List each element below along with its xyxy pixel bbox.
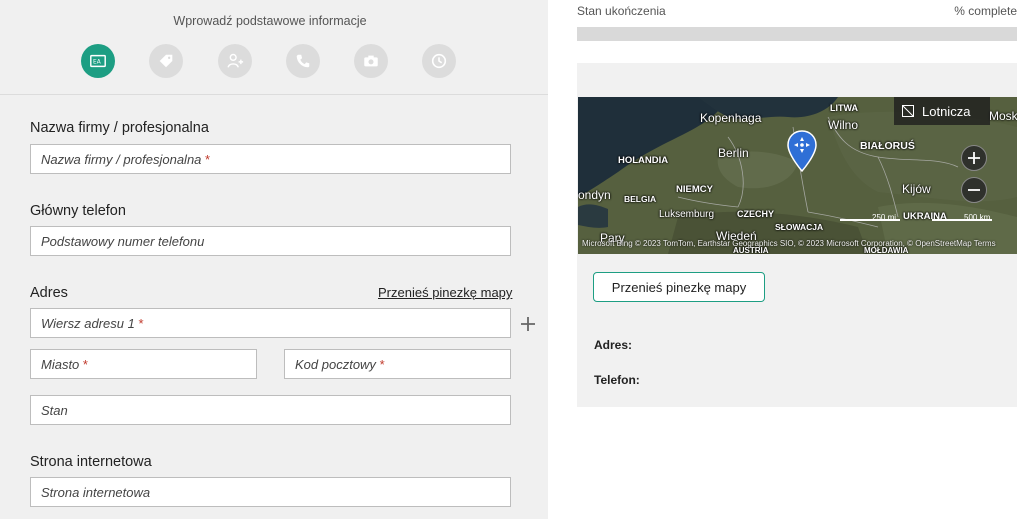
map-label-luksemburg: Luksemburg (659, 209, 715, 220)
aerial-view-icon (902, 105, 914, 117)
map-scale-km: 500 km (964, 213, 991, 222)
progress-bar (577, 27, 1017, 41)
phone-icon (296, 54, 310, 68)
phone-input[interactable]: Podstawowy numer telefonu (30, 226, 511, 256)
map-label-berlin: Berlin (718, 146, 749, 160)
map-label-belgia: BELGIA (624, 194, 657, 204)
plus-icon (521, 317, 535, 331)
address-line1-placeholder: Wiersz adresu 1 (41, 316, 135, 331)
website-placeholder: Strona internetowa (41, 485, 151, 500)
progress-label: Stan ukończenia (577, 4, 666, 18)
camera-icon (364, 55, 378, 67)
business-info-form-panel: Wprowadź podstawowe informacje EA Nazwa … (0, 0, 548, 519)
address-line1-input[interactable]: Wiersz adresu 1 * (30, 308, 511, 338)
business-preview-card: LITWA Kopenhaga Wilno Moskwa HOLANDIA Be… (577, 63, 1017, 407)
address-label: Adres (30, 285, 68, 301)
clock-icon (431, 53, 447, 69)
website-label: Strona internetowa (30, 454, 152, 470)
map-label-slowacja: SŁOWACJA (775, 222, 824, 232)
state-placeholder: Stan (41, 403, 68, 418)
location-pin-icon (787, 130, 817, 173)
minus-icon (968, 189, 980, 191)
person-add-icon (227, 53, 244, 68)
map-label-kopenhaga: Kopenhaga (700, 111, 762, 125)
map-label-moskwa: Moskwa (989, 109, 1017, 123)
step-phone[interactable] (286, 44, 320, 78)
map-label-londyn: ondyn (578, 188, 611, 202)
website-input[interactable]: Strona internetowa (30, 477, 511, 507)
map-label-czechy: CZECHY (737, 209, 775, 219)
business-name-label: Nazwa firmy / profesjonalna (30, 120, 209, 136)
preview-panel: Stan ukończenia % complete LITWA Kopenha… (548, 0, 1024, 519)
zoom-out-button[interactable] (961, 177, 987, 203)
required-marker: * (138, 316, 144, 331)
map-label-niemcy: NIEMCY (676, 184, 713, 195)
step-contact-person[interactable] (218, 44, 252, 78)
business-name-input[interactable]: Nazwa firmy / profesjonalna * (30, 144, 511, 174)
map-label-litwa: LITWA (830, 103, 858, 113)
map[interactable]: LITWA Kopenhaga Wilno Moskwa HOLANDIA Be… (578, 97, 1017, 254)
business-card-icon: EA (90, 54, 106, 68)
progress-percent-text: % complete (954, 4, 1017, 18)
map-label-holandia: HOLANDIA (618, 155, 669, 166)
plus-icon (968, 152, 980, 164)
step-photos[interactable] (354, 44, 388, 78)
phone-placeholder: Podstawowy numer telefonu (41, 234, 205, 249)
business-name-placeholder: Nazwa firmy / profesjonalna (41, 152, 202, 167)
required-marker: * (205, 152, 211, 167)
map-scale: 250 mi 500 km (840, 213, 995, 225)
map-label-bialorus: BIAŁORUŚ (860, 140, 915, 152)
required-marker: * (82, 357, 88, 372)
city-placeholder: Miasto (41, 357, 80, 372)
step-hours[interactable] (422, 44, 456, 78)
preview-phone-label: Telefon: (594, 373, 640, 387)
preview-address-label: Adres: (594, 338, 633, 352)
map-style-button[interactable]: Lotnicza (894, 97, 990, 125)
map-pin[interactable] (787, 130, 817, 177)
svg-text:EA: EA (93, 60, 101, 66)
postal-code-input[interactable]: Kod pocztowy * (284, 349, 511, 379)
map-attribution: Microsoft Bing © 2023 TomTom, Earthstar … (582, 239, 996, 248)
state-input[interactable]: Stan (30, 395, 511, 425)
tag-icon (159, 54, 173, 68)
map-style-label: Lotnicza (922, 103, 971, 119)
add-address-line-button[interactable] (516, 312, 540, 336)
step-title: Wprowadź podstawowe informacje (173, 14, 367, 28)
map-scale-miles: 250 mi (872, 213, 897, 222)
step-header: Wprowadź podstawowe informacje EA (0, 0, 548, 95)
phone-label: Główny telefon (30, 203, 126, 219)
city-input[interactable]: Miasto * (30, 349, 257, 379)
move-pin-link[interactable]: Przenieś pinezkę mapy (378, 285, 512, 300)
postal-code-placeholder: Kod pocztowy (295, 357, 376, 372)
zoom-in-button[interactable] (961, 145, 987, 171)
required-marker: * (379, 357, 385, 372)
step-category[interactable] (149, 44, 183, 78)
step-basic-info[interactable]: EA (81, 44, 115, 78)
move-pin-button[interactable]: Przenieś pinezkę mapy (593, 272, 765, 302)
map-label-wilno: Wilno (828, 118, 859, 132)
map-label-kijow: Kijów (902, 182, 931, 196)
